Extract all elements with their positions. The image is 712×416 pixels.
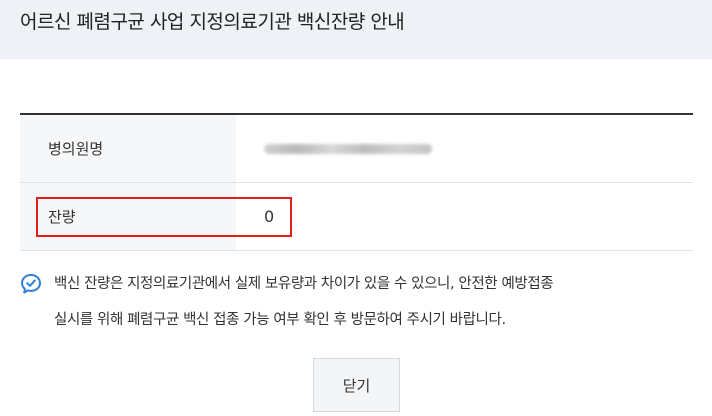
notice-line-1: 백신 잔량은 지정의료기관에서 실제 보유량과 차이가 있을 수 있으니, 안전… [54, 276, 554, 292]
stock-value: 0 [264, 207, 275, 226]
close-button[interactable]: 닫기 [313, 358, 400, 412]
modal-title: 어르신 폐렴구균 사업 지정의료기관 백신잔량 안내 [20, 11, 405, 33]
modal-header: 어르신 폐렴구균 사업 지정의료기관 백신잔량 안내 [0, 0, 712, 59]
info-table: 병의원명 잔량 0 [20, 113, 693, 251]
table-row-stock: 잔량 0 [20, 183, 693, 251]
hospital-name-value [236, 115, 693, 182]
table-row-hospital-name: 병의원명 [20, 115, 693, 183]
notice-line-2: 실시를 위해 폐렴구균 백신 접종 가능 여부 확인 후 방문하여 주시기 바랍… [54, 312, 506, 328]
stock-label: 잔량 [20, 183, 236, 250]
blurred-hospital-name [264, 143, 432, 154]
hospital-name-label: 병의원명 [20, 115, 236, 182]
chat-check-icon [21, 274, 41, 294]
